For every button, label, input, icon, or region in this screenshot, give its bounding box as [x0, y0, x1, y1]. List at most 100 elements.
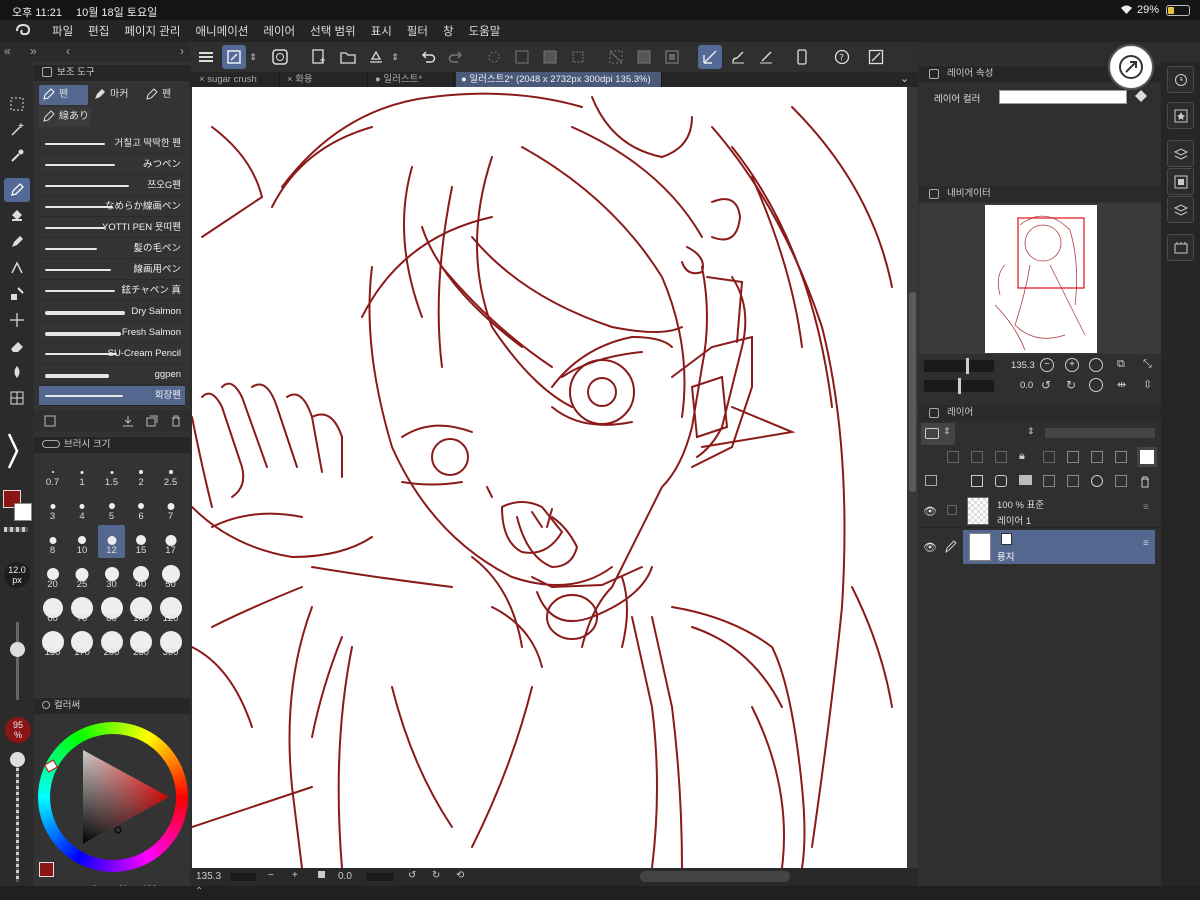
- reset-rotation-icon[interactable]: ⟲: [456, 870, 464, 881]
- hamburger-menu-icon[interactable]: [194, 45, 218, 69]
- save-icon[interactable]: [364, 45, 388, 69]
- drawing-canvas[interactable]: [192, 87, 907, 868]
- color-triangle[interactable]: [38, 722, 188, 872]
- menu-page[interactable]: 페이지 관리: [124, 23, 180, 39]
- navigator-zoom-value[interactable]: 135.3: [1011, 360, 1035, 371]
- layer-color-toggle[interactable]: [1137, 447, 1157, 467]
- ruler-snap-icon[interactable]: [698, 45, 722, 69]
- navigator-zoom-in-icon[interactable]: +: [1065, 358, 1079, 372]
- trash-icon[interactable]: [170, 414, 182, 432]
- canvas-zoom-value[interactable]: 135.3: [196, 871, 221, 882]
- paper-edit-pen-icon[interactable]: [945, 539, 957, 558]
- download-icon[interactable]: [122, 414, 134, 432]
- subtool-tab-pen[interactable]: 펜: [39, 85, 88, 105]
- rotate-right-icon[interactable]: ↻: [432, 870, 440, 881]
- reference-layer-icon[interactable]: [971, 451, 983, 463]
- expand-icon[interactable]: »: [30, 44, 37, 58]
- undo-icon[interactable]: [416, 45, 440, 69]
- menu-help[interactable]: 도움말: [469, 23, 501, 39]
- navigator-rotation-value[interactable]: 0.0: [1020, 380, 1033, 391]
- brush-snap-icon[interactable]: [726, 45, 750, 69]
- brush-size-option[interactable]: 4: [69, 491, 96, 524]
- brush-size-option[interactable]: 8: [39, 525, 66, 558]
- flip-horizontal-icon[interactable]: ⇹: [1117, 378, 1126, 391]
- layer-visibility-eye-icon[interactable]: 👁︎: [923, 505, 937, 518]
- merge-down-icon[interactable]: [1067, 475, 1079, 487]
- chevron-right-icon[interactable]: ›: [180, 44, 184, 58]
- canvas-scroll-thumb[interactable]: [909, 292, 916, 492]
- eraser-icon[interactable]: [4, 334, 30, 358]
- brush-item[interactable]: 鉉チャペン 真: [39, 281, 185, 301]
- menu-window[interactable]: 창: [443, 23, 454, 39]
- navigator-fit-icon[interactable]: [1089, 358, 1103, 372]
- brush-size-option[interactable]: 120: [157, 593, 184, 626]
- canvas-rotation-slider[interactable]: [366, 873, 394, 881]
- brush-size-option[interactable]: 7: [157, 491, 184, 524]
- canvas-horizontal-scrollbar[interactable]: [640, 871, 790, 882]
- fullscreen-icon[interactable]: [864, 45, 888, 69]
- canvas-rotation-value[interactable]: 0.0: [338, 871, 352, 882]
- navigator-reset-rotation-icon[interactable]: [1089, 378, 1103, 392]
- delete-layer-icon[interactable]: [1139, 475, 1151, 493]
- layer-panel-menu-icon[interactable]: [925, 475, 937, 486]
- subtool-tab-marker[interactable]: 마커: [90, 85, 141, 105]
- subtool-tab-pen2[interactable]: 펜: [142, 85, 186, 105]
- phone-icon[interactable]: [790, 45, 814, 69]
- navigator-area[interactable]: [919, 203, 1161, 354]
- lock-icon[interactable]: 🔒︎: [1019, 450, 1025, 463]
- brush-item[interactable]: 線画用ペン: [39, 260, 185, 280]
- new-folder-icon[interactable]: [1019, 475, 1032, 485]
- tab-sugar-crush[interactable]: × sugar crush: [194, 72, 280, 87]
- blend-mode-select[interactable]: ⇕: [921, 423, 955, 445]
- brush-size-option[interactable]: 80: [98, 593, 125, 626]
- clip-studio-icon[interactable]: [268, 45, 292, 69]
- brush-size-option[interactable]: 60: [39, 593, 66, 626]
- navigator-rotate-right-icon[interactable]: ↻: [1066, 378, 1076, 392]
- size-slider-track[interactable]: [16, 622, 19, 700]
- brush-size-option[interactable]: 40: [128, 559, 155, 592]
- magic-wand-icon[interactable]: [4, 118, 30, 142]
- new-vector-layer-icon[interactable]: [995, 475, 1007, 487]
- selection-tool-icon[interactable]: [4, 92, 30, 116]
- size-slider-thumb[interactable]: [10, 642, 25, 657]
- color-panel-main-swatch[interactable]: [39, 862, 54, 877]
- layer-drag-handle-icon[interactable]: ≡: [1143, 502, 1149, 513]
- zoom-in-icon[interactable]: +: [292, 870, 298, 881]
- blend-tool-icon[interactable]: [4, 282, 30, 306]
- tab-hwayong[interactable]: × 화용: [282, 72, 368, 87]
- collapse-left-icon[interactable]: «: [4, 44, 11, 58]
- canvas-vertical-scrollbar[interactable]: [907, 87, 918, 868]
- navigator-zoom-slider[interactable]: [924, 358, 994, 374]
- brush-size-option[interactable]: 1.5: [98, 457, 125, 490]
- brush-size-option[interactable]: 5: [98, 491, 125, 524]
- tab-illust[interactable]: ● 일러스트*: [370, 72, 454, 87]
- mask-enable-icon[interactable]: [1067, 451, 1079, 463]
- brush-size-option[interactable]: 30: [98, 559, 125, 592]
- brush-item[interactable]: ggpen: [39, 365, 185, 385]
- redo-icon[interactable]: [444, 45, 468, 69]
- brush-size-option[interactable]: 2: [128, 457, 155, 490]
- tab-illust2[interactable]: ● 일러스트2* (2048 x 2732px 300dpi 135.3%): [456, 72, 662, 87]
- fill-color-icon[interactable]: [1132, 88, 1150, 109]
- navigator-zoom-out-icon[interactable]: −: [1040, 358, 1054, 372]
- brush-item[interactable]: みつペン: [39, 155, 185, 175]
- sub-color-swatch[interactable]: [14, 503, 32, 521]
- fill-icon[interactable]: [538, 45, 562, 69]
- transfer-down-icon[interactable]: [1043, 475, 1055, 487]
- brush-item[interactable]: 거칠고 딱딱한 펜: [39, 134, 185, 154]
- layer-opacity-slider[interactable]: [1045, 428, 1155, 438]
- brush-size-option[interactable]: 20: [39, 559, 66, 592]
- invert-selection-icon[interactable]: [632, 45, 656, 69]
- new-file-icon[interactable]: [306, 45, 330, 69]
- brush-size-option[interactable]: 100: [128, 593, 155, 626]
- menu-file[interactable]: 파일: [52, 23, 73, 39]
- paper-visibility-eye-icon[interactable]: 👁︎: [923, 541, 937, 554]
- pen-snap-icon[interactable]: [754, 45, 778, 69]
- quick-access-icon[interactable]: [222, 45, 246, 69]
- ruler-show-icon[interactable]: [1091, 451, 1103, 463]
- brush-size-option[interactable]: 200: [98, 627, 125, 660]
- duplicate-icon[interactable]: [146, 414, 158, 432]
- menu-animation[interactable]: 애니메이션: [195, 23, 248, 39]
- navigator-rotation-slider[interactable]: [924, 378, 994, 394]
- fill-bucket-icon[interactable]: [4, 204, 30, 228]
